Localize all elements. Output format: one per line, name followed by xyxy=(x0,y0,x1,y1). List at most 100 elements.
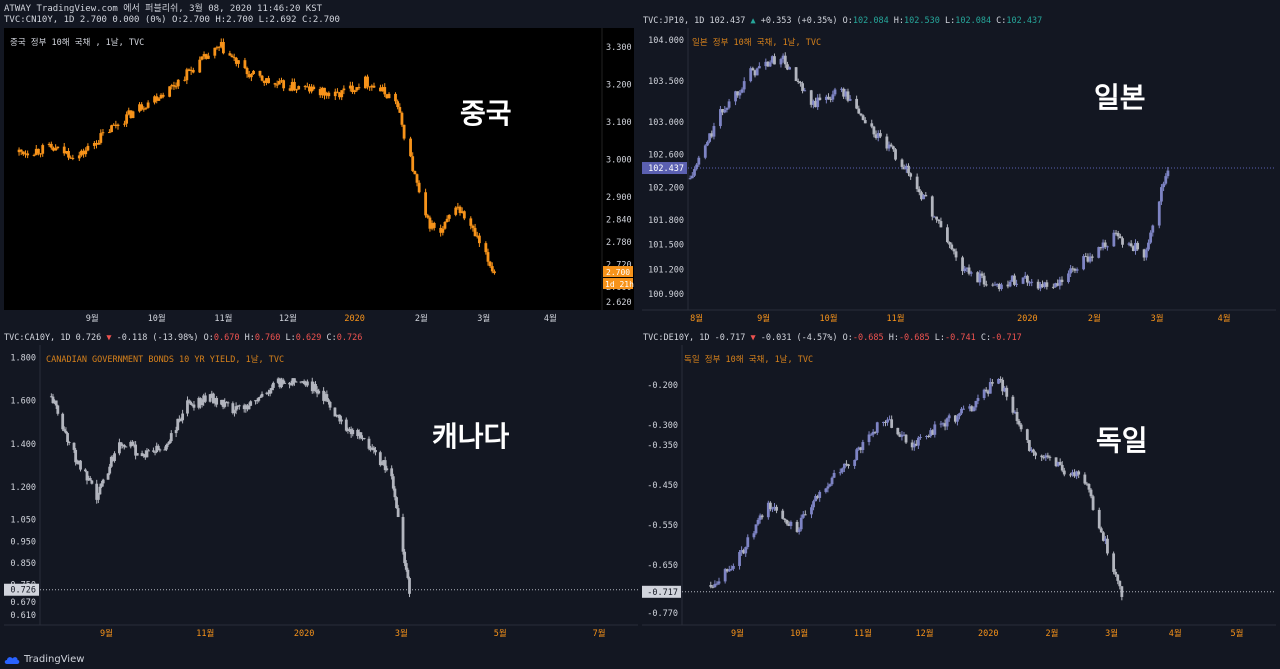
candle-body xyxy=(488,261,492,267)
tradingview-logo[interactable]: TradingView xyxy=(4,654,84,665)
candle-body xyxy=(1075,269,1079,271)
candle-body xyxy=(1147,242,1150,250)
jp-symbol-header: TVC:JP10, 1D 102.437 ▲ +0.353 (+0.35%) O… xyxy=(643,16,1043,26)
candle-body xyxy=(1000,284,1003,290)
candle-body xyxy=(447,214,451,219)
candle-body xyxy=(1129,243,1133,247)
candle-body xyxy=(789,521,793,526)
x-tick-label: 3월 xyxy=(1151,313,1164,324)
candle-body xyxy=(454,207,458,215)
candle-body xyxy=(328,401,332,408)
y-tick-label: 103.500 xyxy=(648,77,684,87)
candle-body xyxy=(954,251,958,258)
candle-body xyxy=(830,477,834,485)
candle-body xyxy=(861,442,865,450)
candle-body xyxy=(206,55,210,59)
y-tick-label: 3.100 xyxy=(606,118,632,128)
x-tick-label: 11월 xyxy=(854,628,872,639)
candle-body xyxy=(101,132,105,134)
y-tick-label: -0.450 xyxy=(647,481,678,491)
candle-body xyxy=(404,563,408,570)
candle-body xyxy=(473,227,477,237)
candle-body xyxy=(122,444,126,447)
candle-body xyxy=(848,98,852,101)
chart-panel-china[interactable]: 3.300 3.200 3.100 3.000 2.900 2.840 2.780 2.720… xyxy=(4,28,634,326)
candle-body xyxy=(54,400,58,406)
y-tick-label: 104.000 xyxy=(648,36,684,46)
price-tag-label: 0.726 xyxy=(10,586,36,596)
candle-body xyxy=(273,83,277,85)
candle-body xyxy=(245,67,249,75)
candle-body xyxy=(1027,440,1031,451)
candle-body xyxy=(106,473,110,480)
candle-body xyxy=(72,442,76,450)
candle-body xyxy=(67,151,70,158)
y-tick-label: 1.800 xyxy=(10,353,36,363)
candle-body xyxy=(738,552,741,566)
candle-body xyxy=(67,442,71,444)
candle-body xyxy=(99,133,103,143)
candle-body xyxy=(372,447,376,450)
candle-body xyxy=(469,218,473,226)
candle-body xyxy=(357,87,361,89)
candle-body xyxy=(401,517,405,552)
candle-body xyxy=(869,434,873,436)
candle-body xyxy=(1164,176,1168,184)
y-tick-label: 103.000 xyxy=(648,118,684,128)
candle-body xyxy=(268,390,272,394)
candle-body xyxy=(1077,471,1081,475)
chart-panel-germany[interactable]: -0.200 -0.300 -0.350 -0.450 -0.550 -0.650 -0.7… xyxy=(642,345,1276,645)
candle-body xyxy=(247,405,251,410)
candle-body xyxy=(191,69,195,73)
candle-body xyxy=(939,221,943,228)
chart-panel-japan[interactable]: 104.000 103.500 103.000 102.600 102.200 101.8… xyxy=(642,28,1276,326)
ca-open: 0.670 xyxy=(213,333,240,343)
candle-body xyxy=(1106,538,1109,554)
candle-body xyxy=(289,384,293,386)
candle-body xyxy=(243,60,247,68)
y-tick-label: 101.800 xyxy=(648,216,684,226)
candle-body xyxy=(186,400,189,414)
ca-close: 0.726 xyxy=(336,333,363,343)
candle-body xyxy=(751,68,755,71)
candle-body xyxy=(863,120,867,124)
candle-body xyxy=(889,144,893,147)
candle-body xyxy=(1118,580,1122,587)
candle-body xyxy=(295,89,298,91)
candle-body xyxy=(97,142,101,145)
candle-body xyxy=(859,113,863,116)
candle-body xyxy=(165,444,168,450)
candle-body xyxy=(783,55,787,65)
candle-body xyxy=(1015,411,1019,421)
candle-body xyxy=(1011,396,1015,413)
candle-body xyxy=(878,133,882,137)
candle-body xyxy=(484,243,488,253)
candle-body xyxy=(712,126,716,137)
y-tick-label: -0.650 xyxy=(647,561,678,571)
candle-body xyxy=(1151,225,1155,233)
candle-body xyxy=(270,387,274,391)
candle-body xyxy=(900,159,904,167)
candle-body xyxy=(976,398,980,401)
candle-body xyxy=(1099,528,1103,533)
x-tick-label: 2020 xyxy=(1017,314,1037,324)
country-label-china: 중국 xyxy=(460,97,512,130)
candle-body xyxy=(896,427,900,435)
x-tick-label: 9월 xyxy=(731,628,744,639)
chart-panel-canada[interactable]: 1.8001.6001.4001.2001.0500.9500.8500.750… xyxy=(4,345,638,645)
price-tag-label: -0.717 xyxy=(647,588,678,598)
candle-body xyxy=(413,170,417,175)
candle-body xyxy=(317,390,321,394)
jp-high: 102.530 xyxy=(904,16,940,26)
candle-body xyxy=(181,413,185,421)
candle-body xyxy=(797,529,801,532)
candle-body xyxy=(415,174,419,183)
jp-arrow-up-icon: ▲ xyxy=(750,16,756,26)
candle-body xyxy=(396,508,400,518)
x-tick-label: 10월 xyxy=(148,313,166,324)
jp-change: +0.353 (+0.35%) xyxy=(760,16,838,26)
candle-body xyxy=(346,430,350,432)
candle-body xyxy=(948,242,951,245)
candle-body xyxy=(351,429,355,435)
candle-body xyxy=(383,87,387,95)
